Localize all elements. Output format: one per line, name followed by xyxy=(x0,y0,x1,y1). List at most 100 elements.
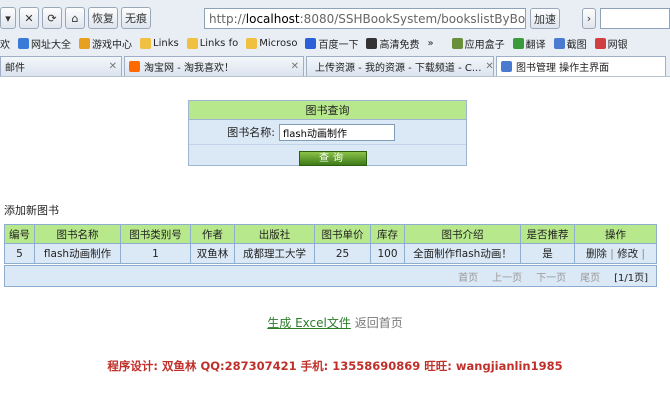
cell-actions: 删除 | 修改 | xyxy=(574,243,657,264)
bookmark-item[interactable]: Links xyxy=(140,37,179,49)
cell-author: 双鱼林 xyxy=(190,243,235,264)
stop-button[interactable]: ✕ xyxy=(19,7,39,29)
tab-mail[interactable]: 邮件 ✕ xyxy=(0,56,122,76)
address-prefix: http:// xyxy=(209,11,246,26)
table-header-row: 编号 图书名称 图书类别号 作者 出版社 图书单价 库存 图书介绍 是否推荐 操… xyxy=(4,224,657,244)
address-bar[interactable]: http://localhost:8080/SSHBookSystem/book… xyxy=(204,8,526,29)
bookmark-item[interactable]: 欢 xyxy=(0,36,10,51)
cell-publisher: 成都理工大学 xyxy=(234,243,315,264)
query-submit-button[interactable]: 查询 xyxy=(299,151,367,166)
accelerate-button[interactable]: 加速 xyxy=(530,8,560,29)
close-icon[interactable]: ✕ xyxy=(485,61,493,72)
address-rest: :8080/SSHBookSystem/bookslistByBooknam xyxy=(299,11,526,26)
bookmark-item[interactable]: 网址大全 xyxy=(18,36,71,51)
cell-intro: 全面制作flash动画！ xyxy=(404,243,521,264)
bookmark-label: 翻译 xyxy=(525,39,546,51)
bookmark-item[interactable]: Microso xyxy=(246,37,298,49)
accelerate-label: 加速 xyxy=(534,12,556,26)
cell-recommend: 是 xyxy=(520,243,575,264)
delete-link[interactable]: 删除 xyxy=(586,248,607,260)
column-header: 图书名称 xyxy=(34,224,121,244)
table-row: 5 flash动画制作 1 双鱼林 成都理工大学 25 100 全面制作flas… xyxy=(4,243,657,264)
bookmark-item[interactable]: 翻译 xyxy=(512,36,546,51)
cell-category: 1 xyxy=(120,243,191,264)
close-icon[interactable]: ✕ xyxy=(109,61,117,72)
translate-icon xyxy=(512,37,524,49)
book-name-label: 图书名称: xyxy=(227,126,275,139)
bookmark-icon xyxy=(79,37,90,49)
bookmark-icon xyxy=(18,37,29,49)
bookmark-label: Links xyxy=(153,37,179,49)
back-dropdown-button[interactable]: ▾ xyxy=(0,7,16,29)
column-header: 是否推荐 xyxy=(520,224,575,244)
bookmarks-bar: 欢 网址大全 游戏中心 Links Links fo Microso 百度一下 … xyxy=(0,34,670,52)
restore-label: 恢复 xyxy=(92,12,114,25)
next-page-link[interactable]: 下一页 xyxy=(536,269,566,284)
bookmark-label: 网银 xyxy=(607,39,628,51)
column-header: 图书类别号 xyxy=(120,224,191,244)
column-header: 库存 xyxy=(370,224,405,244)
taobao-icon xyxy=(129,61,140,72)
bookmark-label: Microso xyxy=(259,37,298,49)
tab-taobao[interactable]: 淘宝网 - 淘我喜欢！ ✕ xyxy=(124,56,304,76)
baidu-icon xyxy=(305,37,317,49)
bookmark-item[interactable]: 截图 xyxy=(553,36,587,51)
tab-label: 上传资源 - 我的资源 - 下载频道 - C... xyxy=(315,63,482,74)
column-header: 操作 xyxy=(574,224,657,244)
browser-chrome: ▾ ✕ ⟳ ⌂ 恢复 无痕 http://localhost:8080/SSHB… xyxy=(0,0,670,77)
search-box[interactable] xyxy=(600,8,670,29)
refresh-button[interactable]: ⟳ xyxy=(42,7,62,29)
notrace-button[interactable]: 无痕 xyxy=(121,7,151,29)
query-title: 图书查询 xyxy=(189,101,466,120)
action-separator: | xyxy=(610,248,614,260)
bookmark-label: 网址大全 xyxy=(31,39,71,51)
query-name-row: 图书名称: xyxy=(189,120,466,145)
bookmark-item[interactable]: Links fo xyxy=(186,37,238,49)
tab-upload[interactable]: 上传资源 - 我的资源 - 下载频道 - C... ✕ xyxy=(306,56,494,76)
bookmark-item[interactable]: 百度一下 xyxy=(305,36,358,51)
close-icon[interactable]: ✕ xyxy=(291,61,299,72)
bookmark-label: 应用盒子 xyxy=(464,39,505,51)
pager: 首页 上一页 下一页 尾页 [1/1页] xyxy=(4,265,657,287)
prev-page-link[interactable]: 上一页 xyxy=(492,269,522,284)
folder-icon xyxy=(246,37,258,49)
screenshot-icon xyxy=(553,37,565,49)
edit-link[interactable]: 修改 xyxy=(617,248,638,260)
folder-icon xyxy=(140,37,151,49)
cell-name: flash动画制作 xyxy=(34,243,121,264)
bookmark-item[interactable]: 网银 xyxy=(594,36,628,51)
bookmark-label: 百度一下 xyxy=(318,39,359,51)
page-icon xyxy=(501,61,512,72)
column-header: 图书单价 xyxy=(314,224,371,244)
bookmark-item[interactable]: 游戏中心 xyxy=(79,36,132,51)
column-header: 出版社 xyxy=(234,224,315,244)
folder-icon xyxy=(186,37,198,49)
app-box-icon xyxy=(451,37,463,49)
back-home-link[interactable]: 返回首页 xyxy=(355,316,403,330)
column-header: 作者 xyxy=(190,224,235,244)
tab-label: 图书管理 操作主界面 xyxy=(516,63,610,74)
book-name-input[interactable] xyxy=(279,123,395,141)
restore-button[interactable]: 恢复 xyxy=(88,7,118,29)
bookmark-item[interactable]: 高清免费 xyxy=(366,36,419,51)
first-page-link[interactable]: 首页 xyxy=(458,269,478,284)
last-page-link[interactable]: 尾页 xyxy=(580,269,600,284)
bookmark-item[interactable]: 应用盒子 xyxy=(451,36,505,51)
bookmark-label: 截图 xyxy=(566,39,587,51)
generate-excel-link[interactable]: 生成 Excel文件 xyxy=(267,316,351,330)
add-book-link[interactable]: 添加新图书 xyxy=(4,202,59,218)
action-separator: | xyxy=(641,248,646,260)
tab-label: 邮件 xyxy=(5,63,25,74)
more-bookmarks-chevron[interactable]: » xyxy=(427,38,433,49)
book-query-panel: 图书查询 图书名称: 查询 xyxy=(188,100,467,166)
credit-text: 程序设计: 双鱼林 QQ:287307421 手机: 13558690869 旺… xyxy=(107,359,563,373)
home-button[interactable]: ⌂ xyxy=(65,7,85,29)
tab-book-manage[interactable]: 图书管理 操作主界面 xyxy=(496,56,666,76)
video-icon xyxy=(366,37,378,49)
forward-arrow-icon[interactable]: › xyxy=(582,8,596,29)
tab-label: 淘宝网 - 淘我喜欢！ xyxy=(144,63,234,74)
bookmark-label: 游戏中心 xyxy=(92,39,132,51)
column-header: 编号 xyxy=(4,224,35,244)
books-table: 编号 图书名称 图书类别号 作者 出版社 图书单价 库存 图书介绍 是否推荐 操… xyxy=(4,224,657,264)
cell-price: 25 xyxy=(314,243,371,264)
